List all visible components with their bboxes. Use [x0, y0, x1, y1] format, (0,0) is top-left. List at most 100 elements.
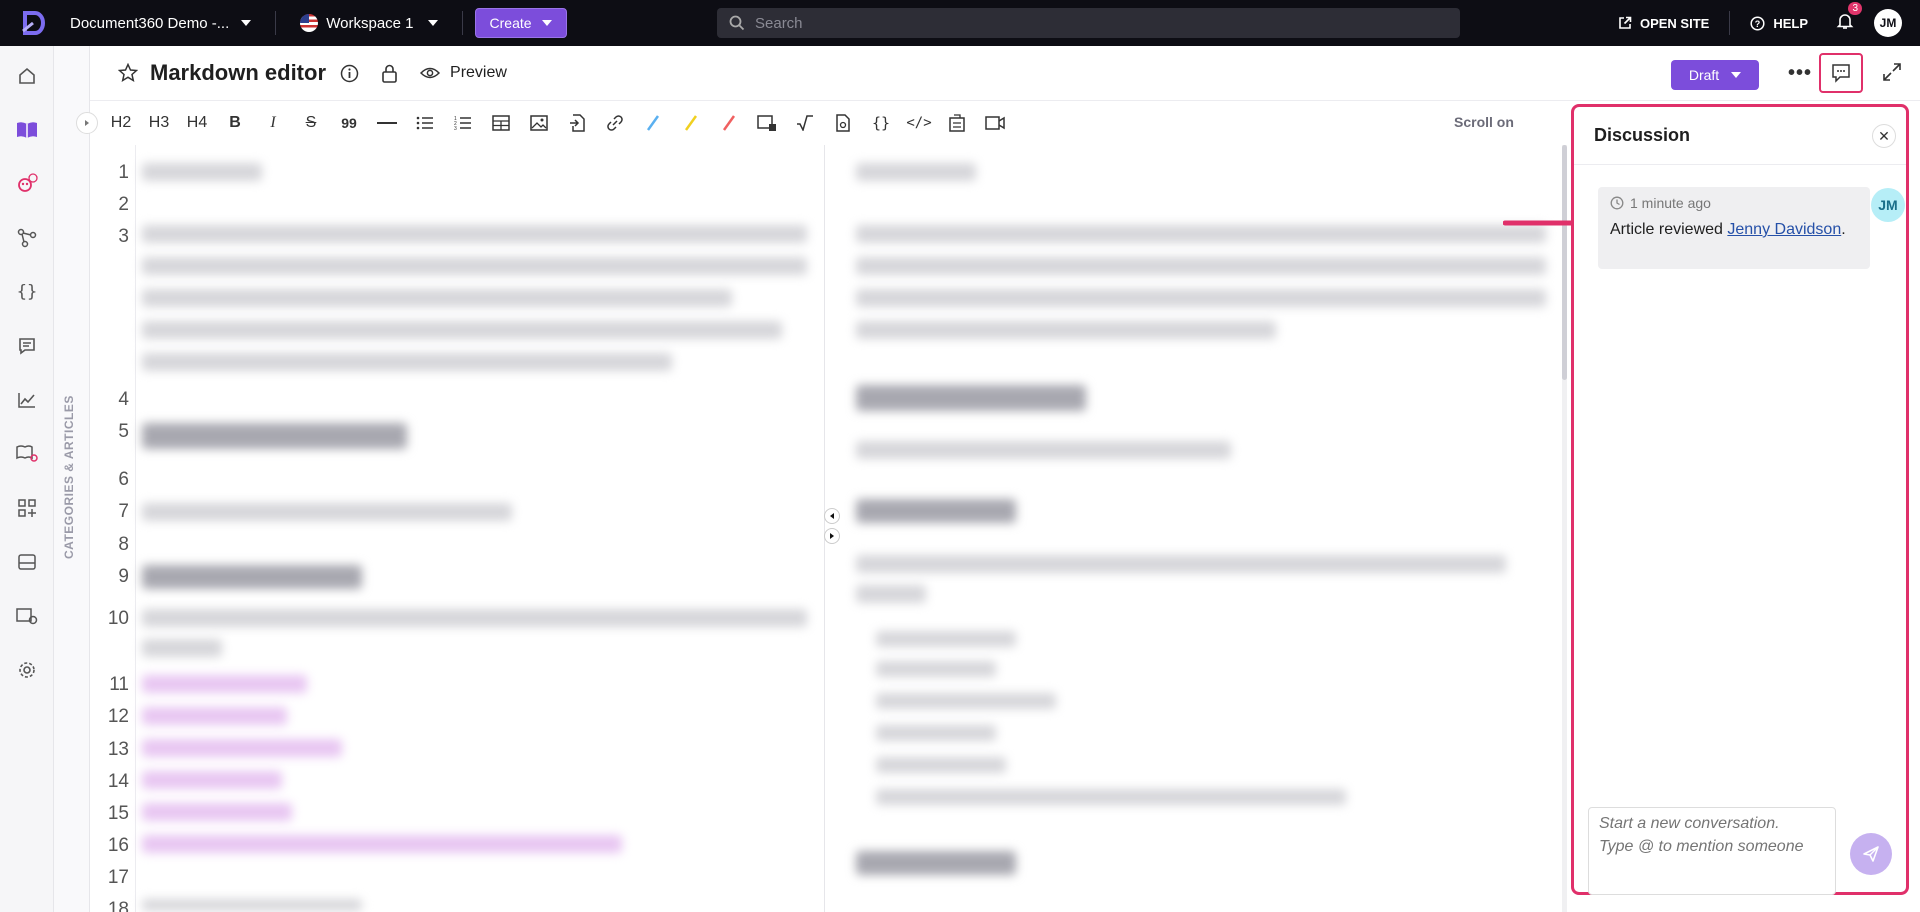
- blue-highlight-icon[interactable]: [634, 108, 672, 138]
- blurred-text: [856, 585, 926, 603]
- user-avatar[interactable]: JM: [1874, 9, 1902, 37]
- comment-card: 1 minute ago Article reviewed Jenny Davi…: [1598, 187, 1870, 269]
- drive-icon[interactable]: [15, 604, 39, 628]
- chevron-right-icon[interactable]: [76, 112, 98, 134]
- top-bar: Document360 Demo -... Workspace 1 Create…: [0, 0, 1920, 46]
- blurred-text: [142, 609, 807, 627]
- info-icon[interactable]: [340, 64, 359, 83]
- yellow-highlight-icon[interactable]: [672, 108, 710, 138]
- quote-button[interactable]: 99: [330, 108, 368, 138]
- search-bar[interactable]: [717, 8, 1460, 38]
- document-icon[interactable]: [824, 108, 862, 138]
- blurred-text: [856, 225, 1546, 243]
- blurred-list-item: [876, 725, 996, 741]
- collapse-left-icon[interactable]: [824, 508, 840, 524]
- line-number: 14: [107, 771, 129, 792]
- scroll-sync-toggle[interactable]: Scroll on: [1454, 114, 1514, 130]
- heading4-button[interactable]: H4: [178, 108, 216, 138]
- heading3-button[interactable]: H3: [140, 108, 178, 138]
- image-icon[interactable]: [520, 108, 558, 138]
- blurred-list-item: [142, 803, 292, 821]
- book-icon[interactable]: [15, 118, 39, 142]
- help-link[interactable]: ? HELP: [1750, 16, 1808, 31]
- line-number: 17: [107, 867, 129, 888]
- chat-icon[interactable]: [15, 334, 39, 358]
- insert-file-icon[interactable]: [558, 108, 596, 138]
- settings-icon[interactable]: [15, 658, 39, 682]
- blurred-heading: [856, 385, 1086, 411]
- project-selector[interactable]: Document360 Demo -...: [70, 14, 252, 32]
- discussion-toggle-button[interactable]: [1819, 53, 1863, 93]
- blurred-list-item: [142, 739, 342, 757]
- blurred-list-item: [142, 675, 307, 693]
- math-icon[interactable]: [786, 108, 824, 138]
- document360-logo-icon[interactable]: [20, 10, 46, 36]
- blurred-text: [856, 555, 1506, 573]
- line-number: 7: [118, 501, 129, 522]
- lock-icon[interactable]: [381, 64, 398, 83]
- network-icon[interactable]: [15, 226, 39, 250]
- home-icon[interactable]: [15, 64, 39, 88]
- code-inline-icon[interactable]: </>: [900, 108, 938, 138]
- apps-icon[interactable]: [15, 496, 39, 520]
- book-settings-icon[interactable]: [15, 442, 39, 466]
- more-options-icon[interactable]: •••: [1788, 62, 1812, 85]
- comment-time-text: 1 minute ago: [1630, 195, 1711, 211]
- eye-icon[interactable]: [420, 66, 441, 80]
- chevron-down-icon: [1731, 72, 1742, 78]
- horizontal-rule-icon[interactable]: [368, 108, 406, 138]
- new-conversation-input[interactable]: [1588, 807, 1836, 895]
- collapse-right-icon[interactable]: [824, 528, 840, 544]
- snippet-icon[interactable]: [938, 108, 976, 138]
- blurred-text: [142, 289, 732, 307]
- bullet-list-icon[interactable]: [406, 108, 444, 138]
- draft-status-button[interactable]: Draft: [1671, 60, 1759, 90]
- notifications-button[interactable]: 3: [1836, 1, 1862, 35]
- comment-timestamp: 1 minute ago: [1610, 195, 1858, 211]
- send-icon: [1863, 846, 1879, 862]
- italic-button[interactable]: I: [254, 108, 292, 138]
- search-input[interactable]: [755, 14, 1435, 32]
- analytics-icon[interactable]: [15, 388, 39, 412]
- expand-icon[interactable]: [1882, 62, 1902, 82]
- table-icon[interactable]: [482, 108, 520, 138]
- red-highlight-icon[interactable]: [710, 108, 748, 138]
- project-name: Document360 Demo -...: [70, 14, 230, 32]
- blurred-text: [856, 441, 1231, 459]
- divider: [1729, 11, 1731, 35]
- line-number: 9: [118, 566, 129, 587]
- send-button[interactable]: [1850, 833, 1892, 875]
- blurred-list-item: [142, 707, 287, 725]
- workspace-selector[interactable]: Workspace 1: [300, 14, 438, 32]
- us-flag-icon: [300, 14, 319, 32]
- braces-icon[interactable]: {}: [15, 280, 39, 304]
- create-button[interactable]: Create: [474, 8, 567, 38]
- video-icon[interactable]: [976, 108, 1014, 138]
- preview-button[interactable]: Preview: [450, 64, 507, 82]
- bold-button[interactable]: B: [216, 108, 254, 138]
- external-link-icon: [1619, 16, 1632, 29]
- blurred-text: [142, 225, 807, 243]
- chevron-down-icon: [427, 20, 438, 26]
- mentioned-user-link[interactable]: Jenny Davidson: [1727, 221, 1841, 238]
- heading2-button[interactable]: H2: [102, 108, 140, 138]
- workspace-name: Workspace 1: [326, 14, 414, 32]
- private-block-icon[interactable]: [748, 108, 786, 138]
- categories-panel-toggle[interactable]: CATEGORIES & ARTICLES: [54, 46, 90, 912]
- markdown-editor[interactable]: 1 2 3 4 5 6 7 8 9 10 11 12 13 14 15 16 1…: [90, 145, 825, 912]
- draft-label: Draft: [1688, 67, 1720, 83]
- open-site-link[interactable]: OPEN SITE: [1618, 16, 1709, 31]
- preview-scrollbar[interactable]: [1562, 145, 1567, 912]
- comment-suffix: .: [1841, 221, 1846, 238]
- numbered-list-icon[interactable]: 123: [444, 108, 482, 138]
- strikethrough-button[interactable]: S: [292, 108, 330, 138]
- code-block-icon[interactable]: {}: [862, 108, 900, 138]
- blurred-text: [142, 257, 807, 275]
- close-icon[interactable]: ✕: [1872, 124, 1896, 148]
- commenter-avatar: JM: [1871, 188, 1905, 222]
- link-icon[interactable]: [596, 108, 634, 138]
- robot-icon[interactable]: [15, 172, 39, 196]
- star-icon[interactable]: [118, 63, 138, 83]
- line-number: 3: [118, 226, 129, 247]
- layout-icon[interactable]: [15, 550, 39, 574]
